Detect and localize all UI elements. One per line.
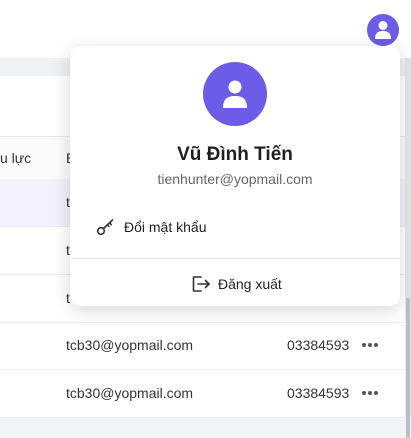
logout-menu-item[interactable]: Đăng xuất [190, 273, 282, 295]
more-dots-icon [361, 391, 366, 395]
table-row[interactable]: tcb30@yopmail.com 03384593 [0, 370, 405, 418]
more-dots-icon [368, 391, 372, 395]
change-password-label: Đổi mật khẩu [124, 219, 207, 235]
profile-name: Vũ Đình Tiến [177, 144, 293, 165]
user-avatar-icon [223, 80, 247, 108]
header-avatar-button[interactable] [367, 14, 399, 46]
user-menu-dropdown: Vũ Đình Tiến tienhunter@yopmail.com Đổi … [70, 46, 400, 306]
row-email: tcb30@yopmail.com [66, 385, 194, 401]
key-icon [96, 216, 118, 238]
row-more-actions-button[interactable] [359, 380, 381, 406]
change-password-menu-item[interactable]: Đổi mật khẩu [96, 216, 206, 238]
row-more-actions-button[interactable] [359, 332, 381, 358]
logout-label: Đăng xuất [218, 276, 282, 292]
row-email: tcb30@yopmail.com [66, 337, 194, 353]
more-dots-icon [361, 343, 366, 347]
profile-avatar [203, 62, 267, 126]
more-dots-icon [368, 343, 372, 347]
column-header-validity: u lực [0, 150, 32, 166]
profile-email: tienhunter@yopmail.com [157, 171, 313, 187]
table-row[interactable]: tcb30@yopmail.com 03384593 [0, 322, 405, 370]
scrollbar-thumb[interactable] [406, 298, 410, 438]
more-dots-icon [374, 391, 379, 395]
logout-icon [190, 273, 212, 295]
user-avatar-icon [375, 21, 391, 39]
more-dots-icon [374, 343, 379, 347]
row-phone: 03384593 [287, 337, 350, 353]
vertical-scrollbar[interactable] [405, 58, 411, 438]
row-phone: 03384593 [287, 385, 350, 401]
menu-divider [70, 258, 400, 259]
